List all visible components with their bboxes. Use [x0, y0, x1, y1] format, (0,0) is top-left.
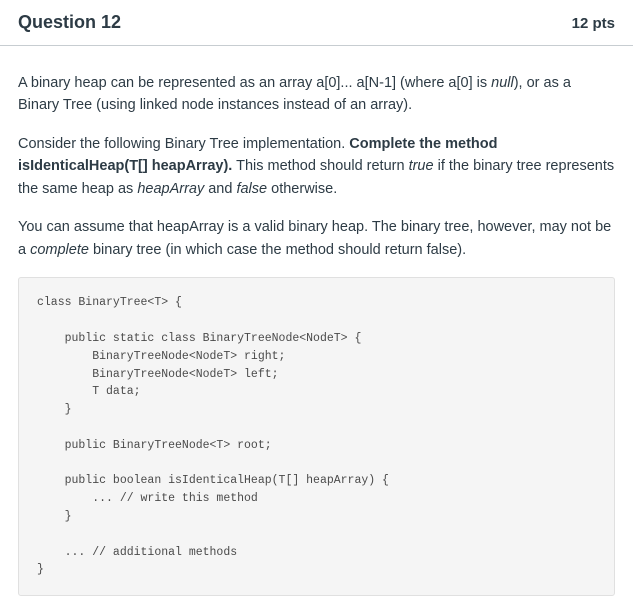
- paragraph-2: Consider the following Binary Tree imple…: [18, 133, 615, 200]
- question-header: Question 12 12 pts: [0, 0, 633, 46]
- question-body: A binary heap can be represented as an a…: [0, 46, 633, 614]
- para2-suffix: otherwise.: [267, 181, 337, 197]
- para2-heaparray: heapArray: [137, 181, 204, 197]
- para2-true: true: [409, 158, 434, 174]
- para2-false: false: [236, 181, 267, 197]
- para2-mid3: and: [204, 181, 236, 197]
- question-title: Question 12: [18, 12, 121, 33]
- para3-suffix: binary tree (in which case the method sh…: [89, 242, 466, 258]
- question-points: 12 pts: [572, 15, 615, 32]
- code-block: class BinaryTree<T> { public static clas…: [18, 277, 615, 596]
- paragraph-3: You can assume that heapArray is a valid…: [18, 216, 615, 261]
- para2-text-prefix: Consider the following Binary Tree imple…: [18, 136, 349, 152]
- paragraph-1: A binary heap can be represented as an a…: [18, 72, 615, 117]
- para3-complete: complete: [30, 242, 89, 258]
- para1-text-prefix: A binary heap can be represented as an a…: [18, 75, 491, 91]
- para1-null: null: [491, 75, 514, 91]
- para2-mid1: This method should return: [232, 158, 408, 174]
